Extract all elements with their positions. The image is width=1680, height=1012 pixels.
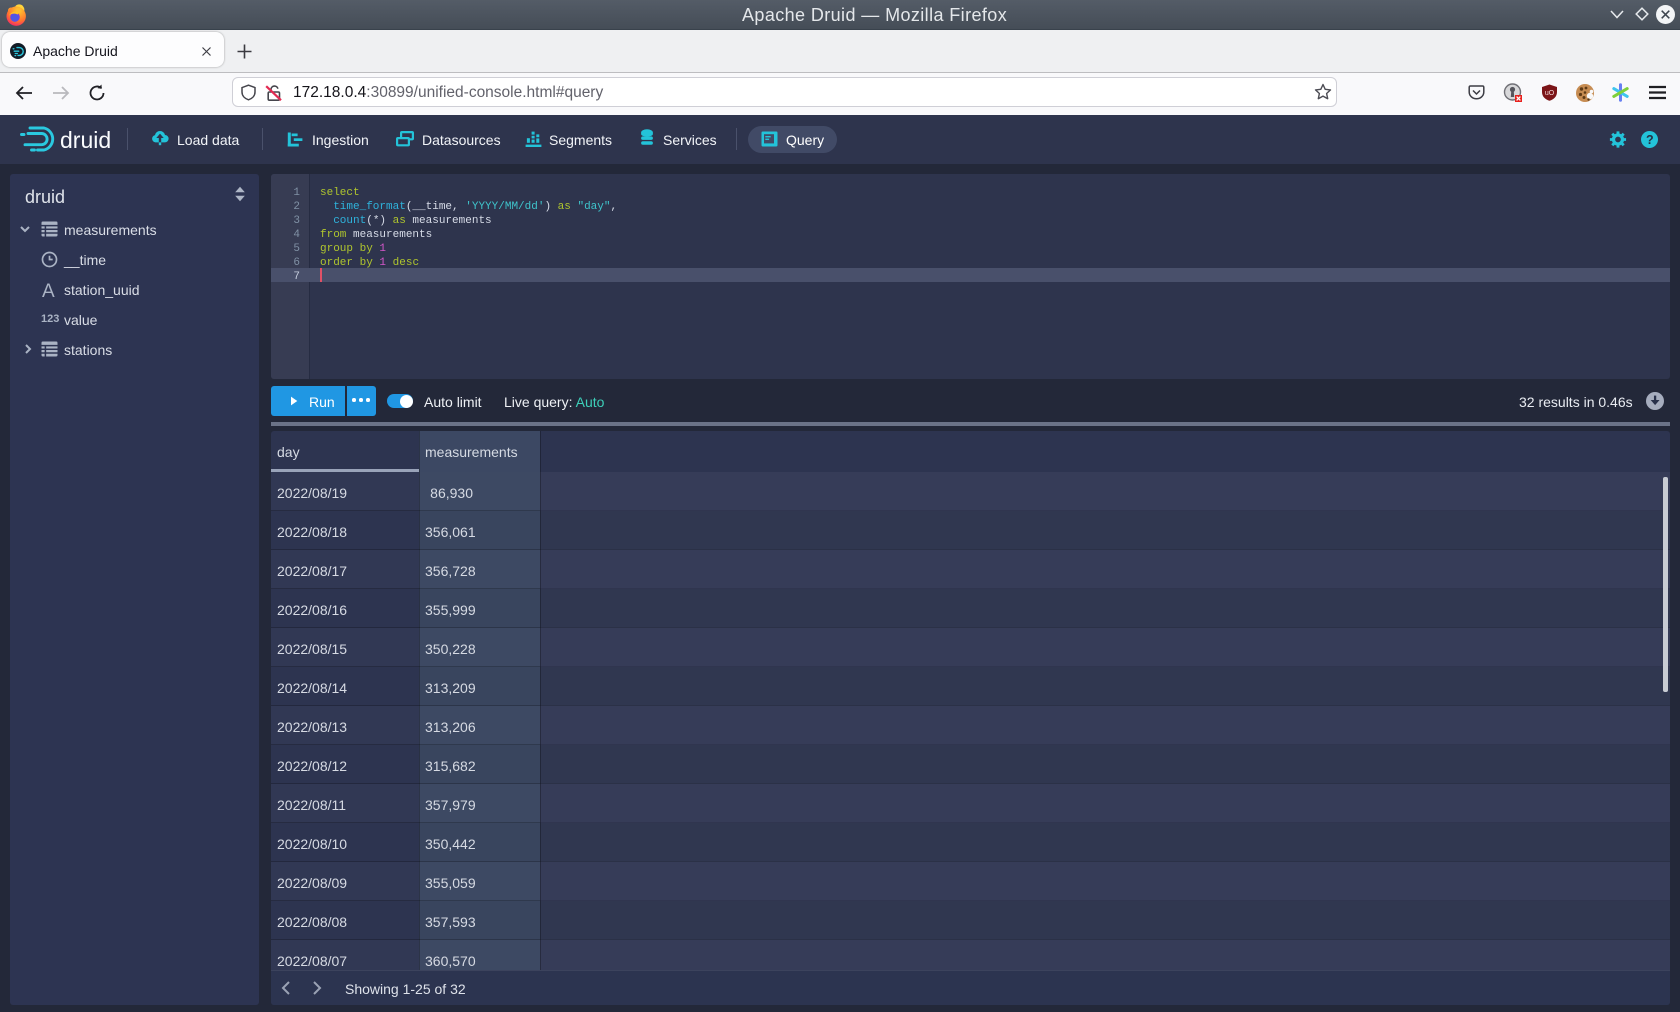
svg-text:uO: uO (1545, 90, 1555, 97)
